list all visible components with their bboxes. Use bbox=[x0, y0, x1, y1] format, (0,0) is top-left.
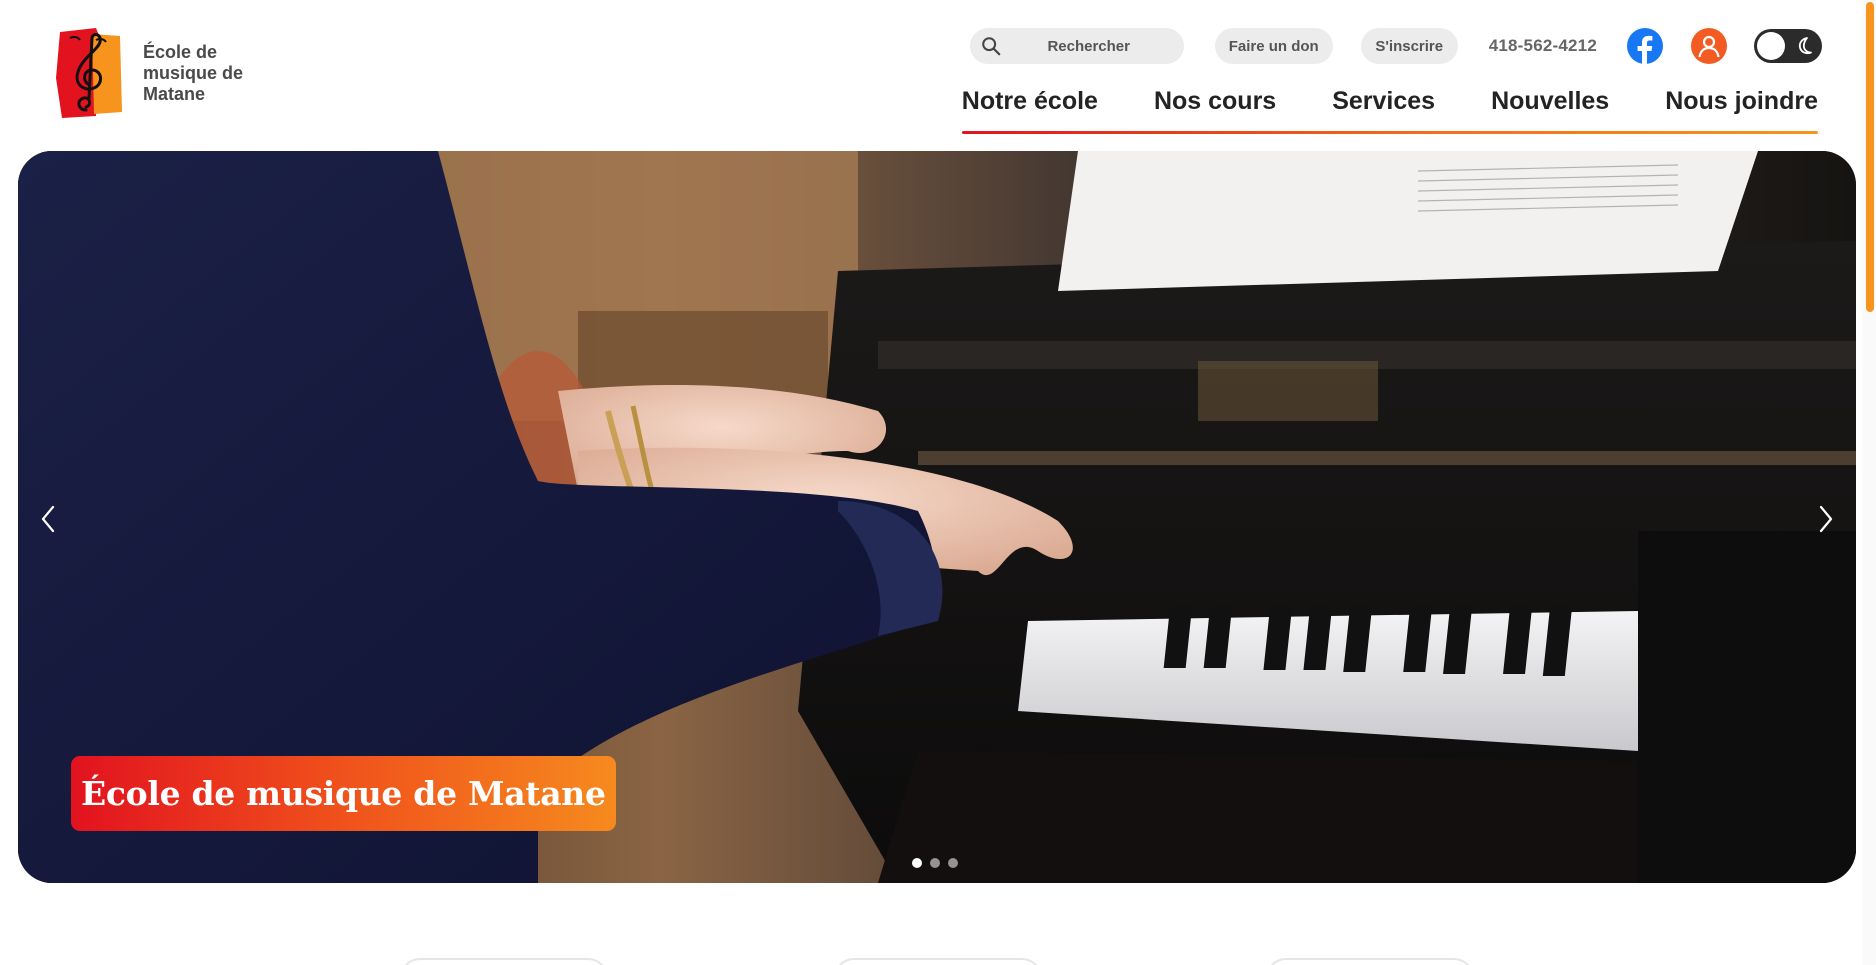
phone-link[interactable]: 418-562-4212 bbox=[1489, 36, 1597, 56]
facebook-icon bbox=[1637, 35, 1653, 64]
nav-item-services[interactable]: Services bbox=[1332, 84, 1435, 134]
carousel-dot-1[interactable] bbox=[912, 858, 922, 868]
site-name: École de musique de Matane bbox=[143, 41, 244, 104]
nav-item-nos-cours[interactable]: Nos cours bbox=[1154, 84, 1276, 134]
feature-card[interactable] bbox=[400, 958, 608, 965]
carousel-prev-button[interactable] bbox=[30, 501, 66, 537]
search-icon bbox=[981, 37, 1001, 56]
nav-item-nous-joindre[interactable]: Nous joindre bbox=[1665, 84, 1818, 134]
page-scrollbar[interactable] bbox=[1862, 0, 1876, 965]
hero-caption-text: École de musique de Matane bbox=[81, 774, 606, 813]
chevron-right-icon bbox=[1819, 505, 1833, 533]
toggle-knob bbox=[1757, 32, 1785, 60]
site-logo[interactable]: École de musique de Matane bbox=[56, 28, 263, 118]
scrollbar-thumb[interactable] bbox=[1866, 2, 1874, 312]
user-icon bbox=[1698, 35, 1720, 58]
carousel-next-button[interactable] bbox=[1808, 501, 1844, 537]
facebook-button[interactable] bbox=[1627, 28, 1663, 64]
register-button[interactable]: S'inscrire bbox=[1360, 28, 1458, 64]
hero-carousel[interactable]: École de musique de Matane bbox=[18, 151, 1856, 883]
carousel-dot-2[interactable] bbox=[930, 858, 940, 868]
nav-item-nouvelles[interactable]: Nouvelles bbox=[1491, 84, 1609, 134]
carousel-dot-3[interactable] bbox=[948, 858, 958, 868]
carousel-dots bbox=[912, 858, 958, 868]
moon-icon bbox=[1798, 37, 1812, 55]
search-input[interactable] bbox=[1003, 28, 1174, 64]
treble-clef-logo-icon bbox=[56, 28, 122, 118]
donate-button[interactable]: Faire un don bbox=[1214, 28, 1333, 64]
nav-item-notre-ecole[interactable]: Notre école bbox=[962, 84, 1098, 134]
theme-toggle[interactable] bbox=[1754, 29, 1822, 63]
main-nav: Notre école Nos cours Services Nouvelles… bbox=[961, 84, 1818, 134]
nav-underline bbox=[961, 131, 1818, 134]
feature-card[interactable] bbox=[834, 958, 1042, 965]
chevron-left-icon bbox=[41, 505, 55, 533]
hero-caption: École de musique de Matane bbox=[71, 756, 616, 831]
feature-card[interactable] bbox=[1266, 958, 1474, 965]
account-button[interactable] bbox=[1691, 28, 1727, 64]
utility-bar: Faire un don S'inscrire 418-562-4212 bbox=[969, 28, 1822, 64]
search-box[interactable] bbox=[969, 28, 1184, 64]
